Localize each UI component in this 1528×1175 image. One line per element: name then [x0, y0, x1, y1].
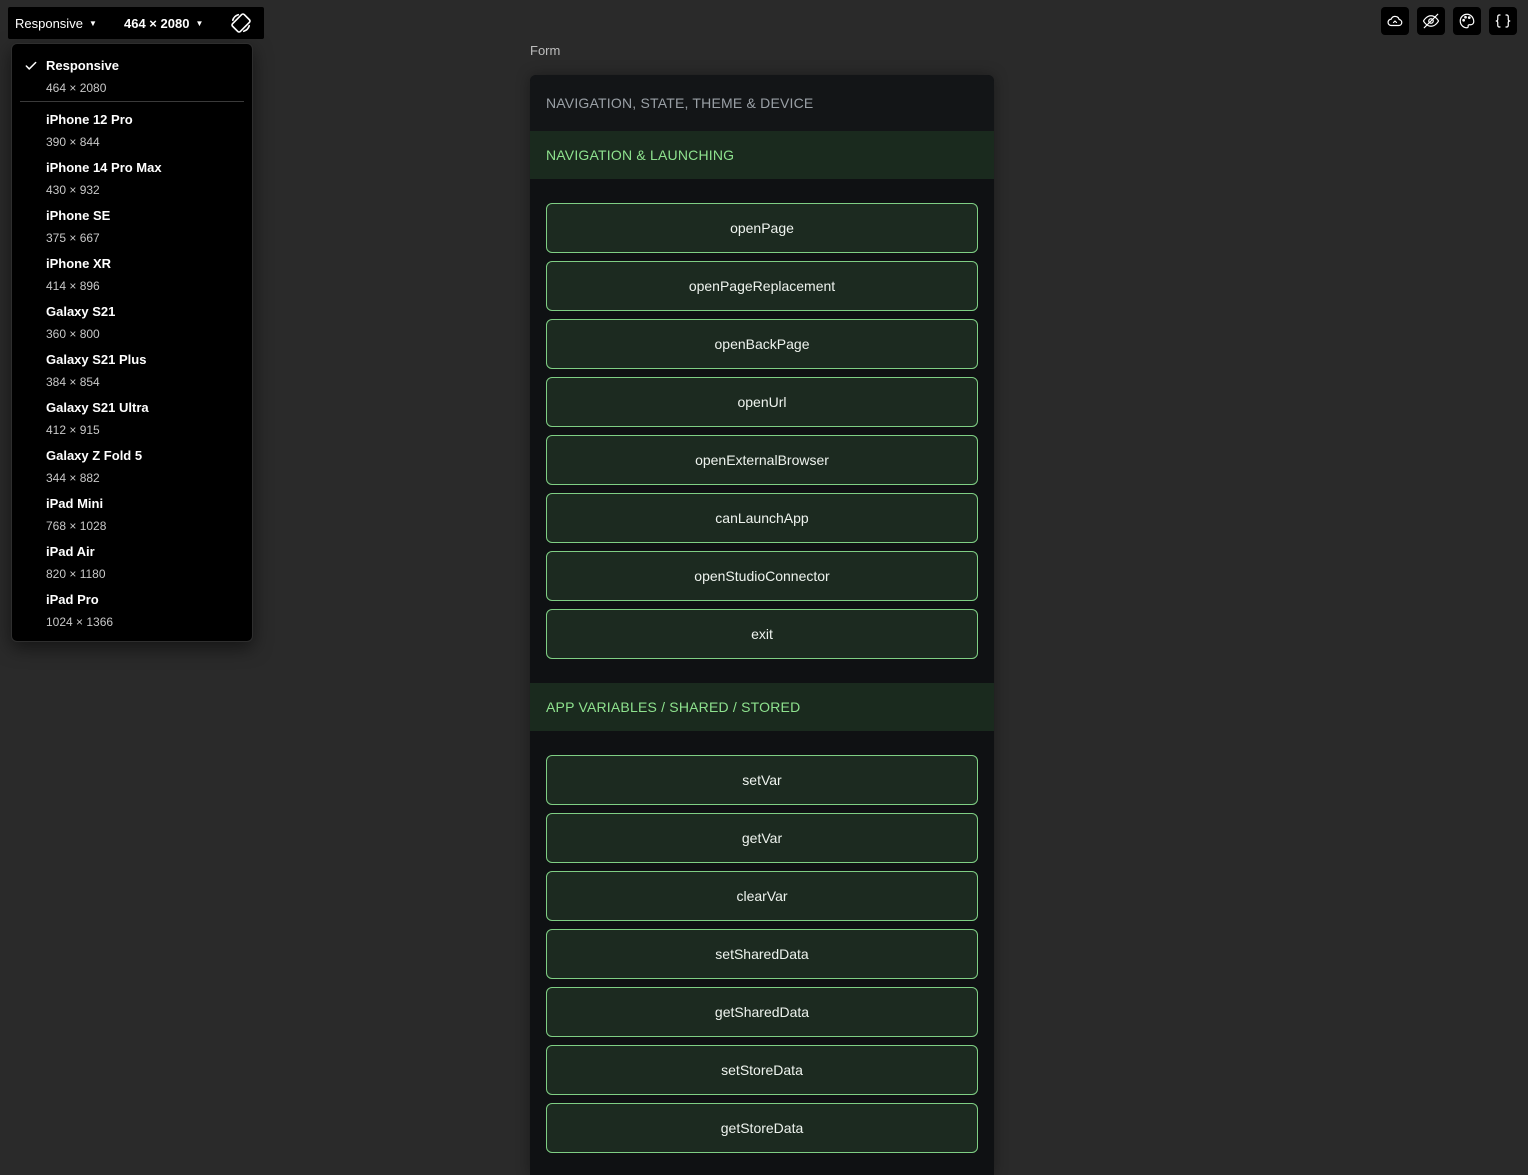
- setVar-button[interactable]: setVar: [546, 755, 978, 805]
- device-option[interactable]: iPad Pro 1024 × 1366: [12, 588, 252, 636]
- rotate-button[interactable]: [226, 8, 256, 38]
- cloud-button[interactable]: [1381, 7, 1409, 35]
- getSharedData-button[interactable]: getSharedData: [546, 987, 978, 1037]
- section-header: APP VARIABLES / SHARED / STORED: [530, 683, 994, 731]
- device-option[interactable]: iPhone 12 Pro 390 × 844: [12, 108, 252, 156]
- device-select-label: Responsive: [15, 15, 83, 31]
- device-option[interactable]: iPad Mini 768 × 1028: [12, 492, 252, 540]
- device-option-dimensions: 1024 × 1366: [46, 615, 114, 629]
- device-option-dimensions: 390 × 844: [46, 135, 100, 149]
- device-option[interactable]: iPhone XR 414 × 896: [12, 252, 252, 300]
- device-option-dimensions: 768 × 1028: [46, 519, 107, 533]
- caret-down-icon: ▼: [88, 18, 97, 28]
- page-title: NAVIGATION, STATE, THEME & DEVICE: [530, 75, 994, 131]
- exit-button[interactable]: exit: [546, 609, 978, 659]
- code-button[interactable]: [1489, 7, 1517, 35]
- clearVar-button[interactable]: clearVar: [546, 871, 978, 921]
- device-option[interactable]: Galaxy S21 Plus 384 × 854: [12, 348, 252, 396]
- section-header: NAVIGATION & LAUNCHING: [530, 131, 994, 179]
- action-button-list: openPage openPageReplacement openBackPage o…: [530, 179, 994, 683]
- device-option-dimensions: 344 × 882: [46, 471, 100, 485]
- theme-button[interactable]: [1453, 7, 1481, 35]
- action-button-list: setVar getVar clearVar setSharedData getShar…: [530, 731, 994, 1175]
- device-option-name: iPad Mini: [46, 496, 104, 511]
- device-option[interactable]: Responsive 464 × 2080: [12, 54, 252, 102]
- device-option-name: Galaxy S21 Plus: [46, 352, 147, 367]
- device-option[interactable]: iPad Air 820 × 1180: [12, 540, 252, 588]
- rotate-icon: [231, 13, 251, 33]
- device-option-name: iPhone XR: [46, 256, 112, 271]
- device-option-name: iPhone 12 Pro: [46, 112, 133, 127]
- device-option-name: iPad Air: [46, 544, 95, 559]
- device-option-name: Galaxy Z Fold 5: [46, 448, 143, 463]
- device-option-dimensions: 360 × 800: [46, 327, 100, 341]
- checkmark-icon: [25, 61, 37, 70]
- device-option-name: Responsive: [46, 58, 119, 73]
- device-option-name: iPhone 14 Pro Max: [46, 160, 162, 175]
- device-option[interactable]: Galaxy S21 360 × 800: [12, 300, 252, 348]
- cloud-icon: [1387, 15, 1403, 27]
- sections-container: NAVIGATION & LAUNCHING openPage openPageRe…: [530, 131, 994, 1175]
- openPage-button[interactable]: openPage: [546, 203, 978, 253]
- openBackPage-button[interactable]: openBackPage: [546, 319, 978, 369]
- size-select-label: 464 × 2080: [124, 15, 190, 31]
- braces-icon: [1495, 14, 1511, 28]
- openUrl-button[interactable]: openUrl: [546, 377, 978, 427]
- device-option-dimensions: 412 × 915: [46, 423, 100, 437]
- device-option-dimensions: 430 × 932: [46, 183, 100, 197]
- getVar-button[interactable]: getVar: [546, 813, 978, 863]
- canLaunchApp-button[interactable]: canLaunchApp: [546, 493, 978, 543]
- device-option[interactable]: Galaxy S21 Ultra 412 × 915: [12, 396, 252, 444]
- device-select[interactable]: Responsive ▼: [8, 7, 116, 39]
- openStudioConnector-button[interactable]: openStudioConnector: [546, 551, 978, 601]
- device-option-dimensions: 820 × 1180: [46, 567, 106, 581]
- form-label: Form: [530, 43, 561, 58]
- device-toolbar: Responsive ▼ 464 × 2080 ▼: [8, 7, 264, 39]
- eye-off-icon: [1422, 13, 1440, 29]
- openPageReplacement-button[interactable]: openPageReplacement: [546, 261, 978, 311]
- hide-button[interactable]: [1417, 7, 1445, 35]
- device-option-dimensions: 384 × 854: [46, 375, 100, 389]
- device-option-name: iPhone SE: [46, 208, 111, 223]
- setStoreData-button[interactable]: setStoreData: [546, 1045, 978, 1095]
- device-option[interactable]: Galaxy Z Fold 5 344 × 882: [12, 444, 252, 492]
- device-preview: NAVIGATION, STATE, THEME & DEVICE NAVIGA…: [530, 75, 994, 1175]
- setSharedData-button[interactable]: setSharedData: [546, 929, 978, 979]
- getStoreData-button[interactable]: getStoreData: [546, 1103, 978, 1153]
- palette-icon: [1459, 13, 1475, 29]
- device-option-name: Galaxy S21: [46, 304, 116, 319]
- device-option-name: Galaxy S21 Ultra: [46, 400, 149, 415]
- openExternalBrowser-button[interactable]: openExternalBrowser: [546, 435, 978, 485]
- caret-down-icon: ▼: [195, 18, 204, 28]
- device-option-dimensions: 414 × 896: [46, 279, 100, 293]
- device-option-dimensions: 375 × 667: [46, 231, 100, 245]
- device-dropdown-menu: Responsive 464 × 2080 iPhone 12 Pro 390 × 8…: [11, 43, 253, 642]
- device-option-dimensions: 464 × 2080: [46, 81, 107, 95]
- device-option[interactable]: iPhone 14 Pro Max 430 × 932: [12, 156, 252, 204]
- device-option[interactable]: iPhone SE 375 × 667: [12, 204, 252, 252]
- size-select[interactable]: 464 × 2080 ▼: [116, 7, 226, 39]
- device-option-name: iPad Pro: [46, 592, 99, 607]
